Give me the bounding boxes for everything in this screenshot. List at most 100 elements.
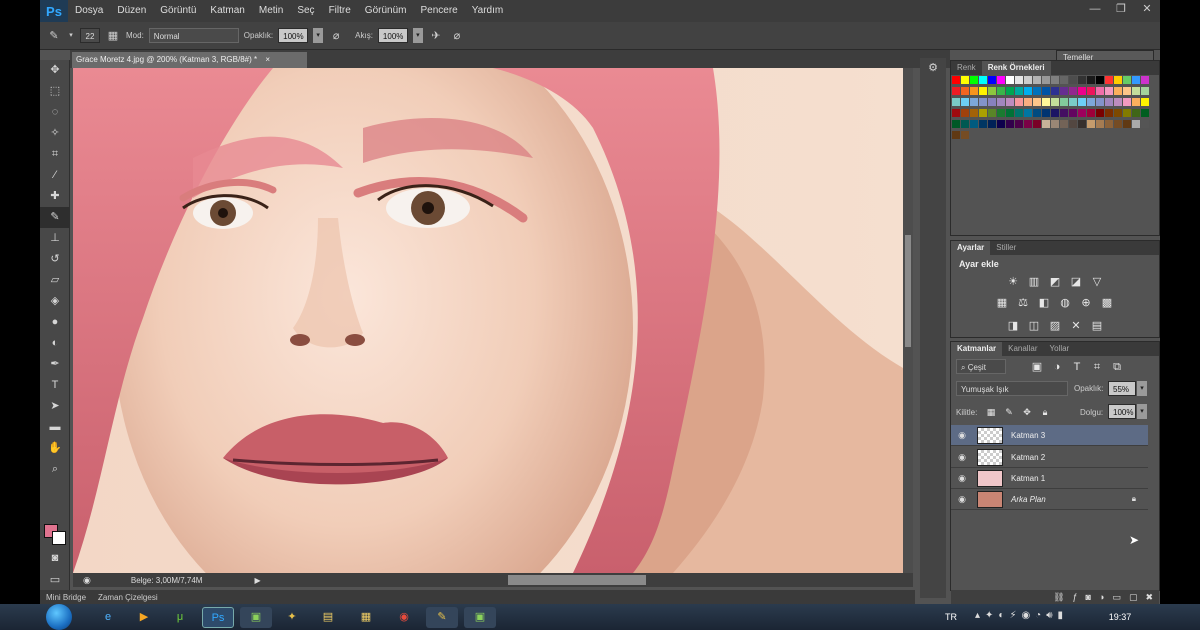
color-swatch[interactable]	[952, 98, 960, 106]
mode-select[interactable]: Normal	[148, 28, 239, 43]
color-swatch[interactable]	[1123, 87, 1131, 95]
quick-mask-icon[interactable]: ◙	[40, 548, 70, 569]
explorer-icon[interactable]: ▦	[350, 607, 382, 628]
tab-timeline[interactable]: Zaman Çizelgesi	[92, 593, 164, 602]
color-swatch[interactable]	[1087, 98, 1095, 106]
color-swatch[interactable]	[1060, 98, 1068, 106]
visibility-eye-icon[interactable]: ◉	[951, 430, 973, 441]
color-swatch[interactable]	[1078, 109, 1086, 117]
filter-shape-icon[interactable]: ⌗	[1090, 360, 1104, 374]
zoom-info-icon[interactable]: ◉	[83, 575, 91, 586]
color-swatch[interactable]	[1105, 120, 1113, 128]
marquee-tool-icon[interactable]: ⬚	[40, 81, 70, 102]
channel-mixer-icon[interactable]: ⊕	[1079, 296, 1093, 310]
layer-opacity-dropdown[interactable]: ▾	[1137, 381, 1147, 396]
color-swatch[interactable]	[970, 109, 978, 117]
hand-tool-icon[interactable]: ✋	[40, 438, 70, 459]
posterize-icon[interactable]: ◫	[1027, 319, 1041, 333]
visibility-eye-icon[interactable]: ◉	[951, 452, 973, 463]
color-swatch[interactable]	[1015, 98, 1023, 106]
photoshop-taskbar-icon[interactable]: Ps	[202, 607, 234, 628]
color-swatch[interactable]	[1123, 98, 1131, 106]
paint-bucket-tool-icon[interactable]: ◈	[40, 291, 70, 312]
media-player-icon[interactable]: ▶	[128, 607, 160, 628]
lock-pixels-icon[interactable]: ✎	[1002, 405, 1016, 419]
layer-row[interactable]: ◉ Katman 2	[951, 447, 1148, 468]
color-swatch[interactable]	[1087, 76, 1095, 84]
color-swatch[interactable]	[1114, 98, 1122, 106]
tab-mini-bridge[interactable]: Mini Bridge	[40, 593, 92, 602]
color-swatch[interactable]	[952, 131, 960, 139]
color-swatch[interactable]	[1033, 76, 1041, 84]
color-swatch[interactable]	[1087, 120, 1095, 128]
color-swatch[interactable]	[979, 109, 987, 117]
screen-mode-icon[interactable]: ▭	[40, 570, 70, 591]
recorder-icon[interactable]: ✎	[426, 607, 458, 628]
healing-brush-tool-icon[interactable]: ✚	[40, 186, 70, 207]
menu-help[interactable]: Yardım	[465, 0, 511, 22]
invert-icon[interactable]: ◨	[1006, 319, 1020, 333]
dodge-tool-icon[interactable]: ◐	[40, 333, 70, 354]
color-swatch[interactable]	[1105, 76, 1113, 84]
new-layer-icon[interactable]: ▢	[1129, 590, 1138, 604]
color-swatch[interactable]	[1051, 87, 1059, 95]
lock-transparency-icon[interactable]: ▦	[984, 405, 998, 419]
tab-adjustments[interactable]: Ayarlar	[951, 241, 991, 255]
color-swatch[interactable]	[1123, 76, 1131, 84]
lasso-tool-icon[interactable]: ◌	[40, 102, 70, 123]
new-group-icon[interactable]: ▭	[1112, 590, 1121, 604]
chevron-down-icon[interactable]: ▾	[67, 28, 75, 44]
crop-tool-icon[interactable]: ⌗	[40, 144, 70, 165]
color-swatch[interactable]	[979, 76, 987, 84]
layer-opacity-field[interactable]: 55%	[1108, 381, 1136, 396]
history-brush-tool-icon[interactable]: ↺	[40, 249, 70, 270]
color-swatch[interactable]	[1069, 109, 1077, 117]
color-swatch[interactable]	[1042, 76, 1050, 84]
color-swatch[interactable]	[1024, 98, 1032, 106]
chrome-icon[interactable]: ◉	[388, 607, 420, 628]
color-swatch[interactable]	[1141, 120, 1149, 128]
brush-tool-icon[interactable]: ✎	[40, 207, 70, 228]
move-tool-icon[interactable]: ✥	[40, 60, 70, 81]
tab-layers[interactable]: Katmanlar	[951, 342, 1003, 356]
menu-view[interactable]: Görünüm	[358, 0, 414, 22]
color-swatch[interactable]	[997, 109, 1005, 117]
color-swatch[interactable]	[1132, 87, 1140, 95]
folder-icon[interactable]: ▤	[312, 607, 344, 628]
opacity-dropdown[interactable]: ▾	[313, 28, 324, 43]
background-color-swatch[interactable]	[52, 531, 66, 545]
app-icon[interactable]: ✦	[276, 607, 308, 628]
visibility-eye-icon[interactable]: ◉	[951, 473, 973, 484]
blur-tool-icon[interactable]: ●	[40, 312, 70, 333]
layer-mask-icon[interactable]: ◙	[1086, 590, 1091, 604]
threshold-icon[interactable]: ▨	[1048, 319, 1062, 333]
rectangle-tool-icon[interactable]: ▬	[40, 417, 70, 438]
color-swatch[interactable]	[1114, 87, 1122, 95]
swatch-grid[interactable]	[952, 76, 1150, 146]
color-swatch[interactable]	[1096, 87, 1104, 95]
menu-layer[interactable]: Katman	[203, 0, 251, 22]
filter-pixel-icon[interactable]: ▣	[1030, 360, 1044, 374]
color-swatch[interactable]	[1060, 109, 1068, 117]
color-swatch[interactable]	[1015, 109, 1023, 117]
color-swatch[interactable]	[1060, 76, 1068, 84]
filter-adjustment-icon[interactable]: ◑	[1050, 360, 1064, 374]
color-swatch[interactable]	[988, 98, 996, 106]
color-swatch[interactable]	[1060, 120, 1068, 128]
camtasia-icon[interactable]: ▣	[240, 607, 272, 628]
color-swatch[interactable]	[997, 76, 1005, 84]
camtasia-recorder-icon[interactable]: ▣	[464, 607, 496, 628]
color-swatch[interactable]	[1078, 87, 1086, 95]
color-swatch[interactable]	[1078, 98, 1086, 106]
menu-select[interactable]: Seç	[290, 0, 321, 22]
menu-edit[interactable]: Düzen	[110, 0, 153, 22]
color-swatch[interactable]	[1078, 120, 1086, 128]
color-swatch[interactable]	[1087, 87, 1095, 95]
close-button[interactable]: ✕	[1134, 0, 1160, 18]
color-swatch[interactable]	[988, 76, 996, 84]
color-swatch[interactable]	[1132, 76, 1140, 84]
eraser-tool-icon[interactable]: ▱	[40, 270, 70, 291]
color-swatch[interactable]	[952, 109, 960, 117]
color-swatch[interactable]	[961, 76, 969, 84]
color-swatch[interactable]	[1105, 109, 1113, 117]
